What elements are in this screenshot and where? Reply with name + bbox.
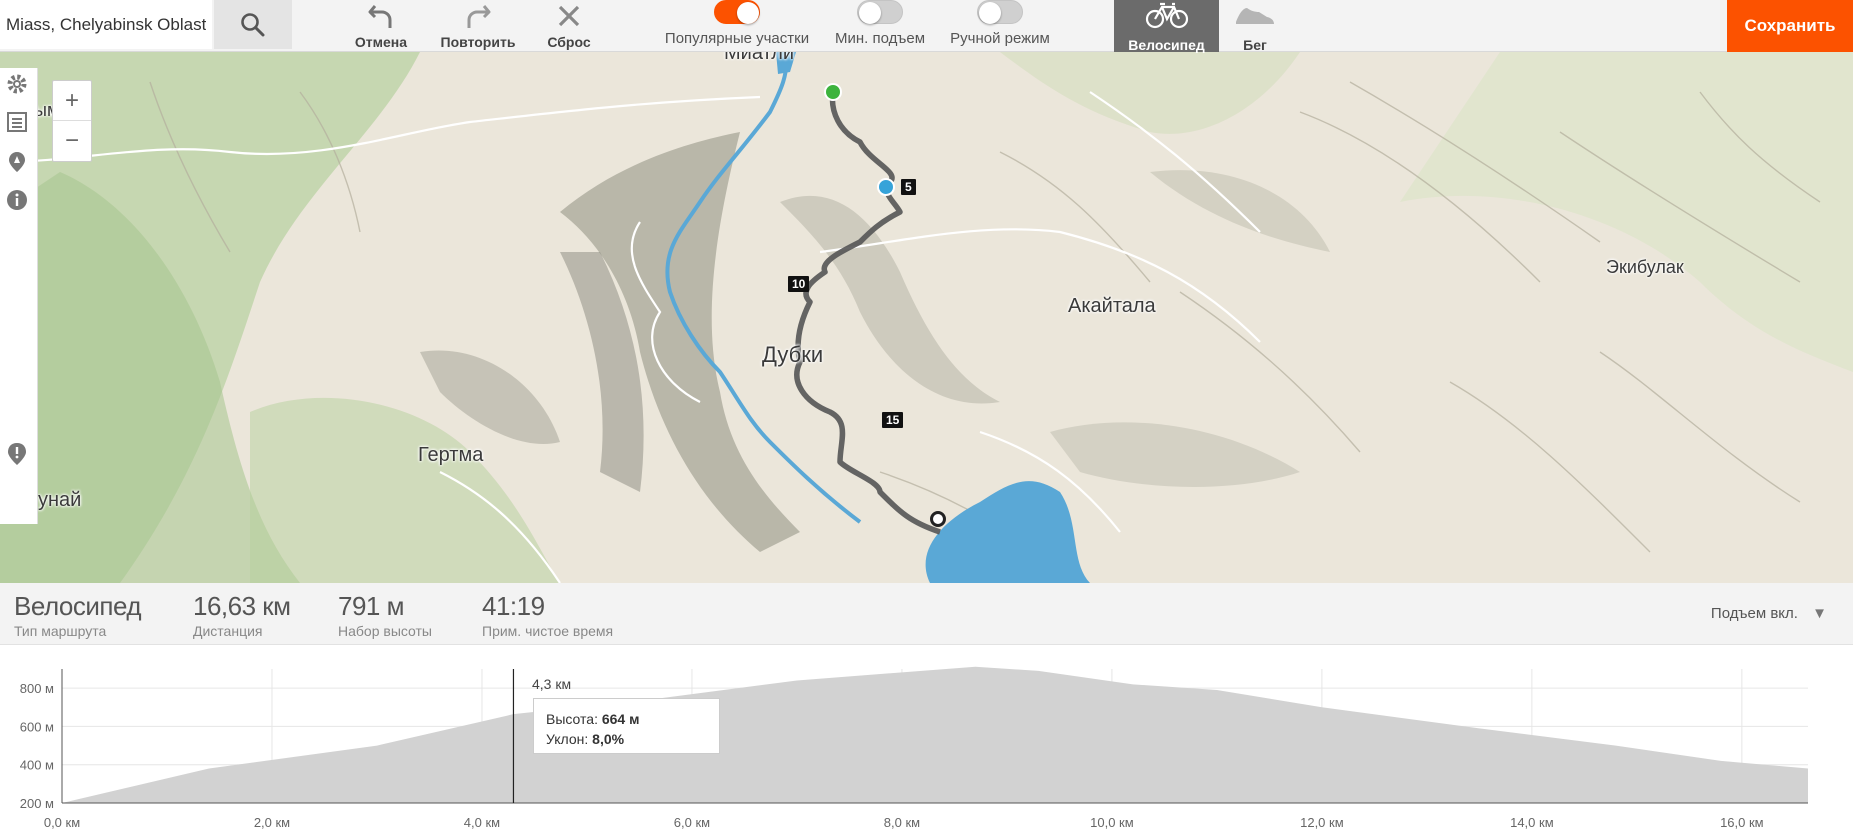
route-list-button[interactable] [3,108,31,136]
elevation-tooltip: Высота: 664 м Уклон: 8,0% [533,698,720,754]
map-pin-icon [9,152,25,172]
route-builder-app: Отмена Повторить Сброс Популярные участк… [0,0,1853,834]
manual-mode-label: Ручной режим [950,30,1050,47]
search-input[interactable] [0,0,212,49]
map-canvas[interactable]: Миатли Дубки Акайтала Экибулак Гертма ун… [0,52,1853,583]
route-start-marker[interactable] [824,83,842,101]
info-button[interactable] [3,186,31,214]
climb-overlay-label: Подъем вкл. [1710,605,1798,622]
min-climb-toggle[interactable]: Мин. подъем [830,0,930,52]
tooltip-grade-value: 8,0% [592,731,625,747]
stat-climb: 791 м Набор высоты [338,591,432,639]
map-terrain [0,52,1853,583]
y-tick-label: 600 м [20,719,54,734]
shoe-icon [1236,8,1274,24]
sport-run-label: Бег [1243,37,1267,53]
route-waypoint-marker[interactable] [877,178,895,196]
tooltip-height-label: Высота: [546,711,598,727]
settings-button[interactable] [3,70,31,98]
x-tick-label: 12,0 км [1300,815,1344,830]
route-end-marker[interactable] [930,511,946,527]
bike-icon [1145,2,1188,29]
sport-bike-label: Велосипед [1128,37,1205,53]
min-climb-label: Мин. подъем [834,30,926,47]
close-icon [558,5,580,27]
x-tick-label: 10,0 км [1090,815,1134,830]
place-label-dubki: Дубки [762,342,824,367]
report-button[interactable] [3,440,31,468]
zoom-control: + − [52,80,92,162]
popular-segments-toggle[interactable]: Популярные участки [662,0,812,52]
tooltip-height-value: 664 м [601,711,640,727]
stat-route-type-value: Велосипед [14,591,142,621]
map-side-rail [0,68,38,524]
cursor-distance-label: 4,3 км [532,676,572,692]
alert-icon [8,443,26,465]
tooltip-grade-label: Уклон: [546,731,589,747]
stat-time-label: Прим. чистое время [482,623,614,639]
x-tick-label: 8,0 км [884,815,920,830]
sport-run-button[interactable]: Бег [1219,0,1291,53]
km-marker-15: 15 [882,412,904,428]
redo-button[interactable]: Повторить [436,0,520,52]
place-label-ekibulak: Экибулак [1606,257,1684,277]
reset-label: Сброс [547,34,591,50]
toggle-switch-on[interactable] [714,0,760,24]
stat-route-type: Велосипед Тип маршрута [14,591,142,639]
x-tick-label: 0,0 км [44,815,80,830]
undo-button[interactable]: Отмена [350,0,412,52]
x-tick-label: 6,0 км [674,815,710,830]
stat-distance-label: Дистанция [193,623,263,639]
place-label-akaitala: Акайтала [1068,295,1156,317]
km-marker-5: 5 [901,179,916,195]
stat-distance-value: 16,63 км [193,591,291,621]
list-icon [7,112,27,132]
elevation-profile[interactable]: 0,0 км 2,0 км 4,0 км 6,0 км 8,0 км 10,0 км 12,… [0,645,1853,834]
manual-mode-toggle[interactable]: Ручной режим [946,0,1054,52]
redo-label: Повторить [440,34,516,50]
km-marker-10: 10 [788,276,810,292]
sport-bike-button[interactable]: Велосипед [1114,0,1219,53]
popular-segments-label: Популярные участки [664,30,810,47]
stat-climb-label: Набор высоты [338,623,432,639]
x-tick-label: 16,0 км [1720,815,1764,830]
stat-route-type-label: Тип маршрута [14,623,107,639]
map-layers-button[interactable] [3,148,31,176]
y-tick-label: 800 м [20,681,54,696]
climb-overlay-dropdown[interactable]: Подъем вкл. ▼ [1711,605,1827,622]
save-button[interactable]: Сохранить [1727,0,1853,52]
x-tick-label: 4,0 км [464,815,500,830]
elevation-chart: 0,0 км 2,0 км 4,0 км 6,0 км 8,0 км 10,0 км 12,… [20,666,1808,830]
place-label-miatli: Миатли [724,52,795,64]
search-icon [241,12,265,36]
search-button[interactable] [214,0,292,49]
elevation-area [62,666,1808,803]
zoom-in-button[interactable]: + [53,81,91,121]
place-label-gertma: Гертма [418,444,484,466]
redo-icon [467,5,491,28]
x-tick-label: 2,0 км [254,815,290,830]
x-tick-label: 14,0 км [1510,815,1554,830]
stat-distance: 16,63 км Дистанция [193,591,291,639]
info-icon [7,190,27,210]
undo-label: Отмена [354,34,408,50]
place-label-chunai: унай [38,489,82,511]
toggle-switch-off[interactable] [857,0,903,24]
y-tick-label: 400 м [20,758,54,773]
toggle-switch-off[interactable] [977,0,1023,24]
reset-button[interactable]: Сброс [544,0,594,52]
chevron-down-icon: ▼ [1812,605,1827,622]
zoom-out-button[interactable]: − [53,121,91,161]
gear-icon [7,74,27,94]
top-toolbar: Отмена Повторить Сброс Популярные участк… [0,0,1853,53]
route-stats-bar: Велосипед Тип маршрута 16,63 км Дистанци… [0,583,1853,645]
stat-time: 41:19 Прим. чистое время [482,591,613,639]
stat-time-value: 41:19 [482,591,545,621]
y-tick-label: 200 м [20,796,54,811]
stat-climb-value: 791 м [338,591,404,621]
undo-icon [368,5,392,28]
